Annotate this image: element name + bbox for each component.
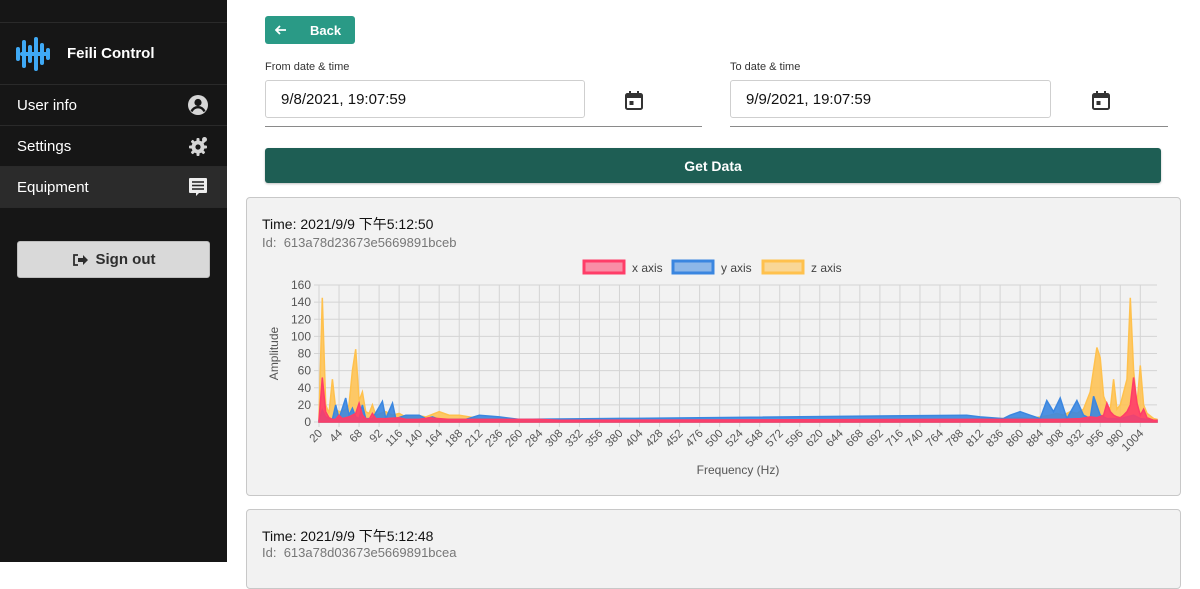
app-name: Feili Control: [67, 45, 155, 62]
y-tick-label: 60: [298, 364, 312, 378]
x-tick-label: 68: [348, 428, 366, 446]
from-date-underline: [265, 126, 702, 127]
x-tick-label: 404: [624, 427, 646, 449]
x-tick-label: 668: [844, 428, 866, 450]
y-tick-label: 40: [298, 381, 312, 395]
y-tick-label: 20: [298, 398, 312, 412]
x-tick-label: 356: [584, 428, 606, 450]
x-tick-label: 476: [684, 428, 706, 450]
x-tick-label: 836: [984, 428, 1006, 450]
chat-icon: [187, 176, 209, 198]
back-button[interactable]: Back: [265, 16, 355, 44]
from-date-label: From date & time: [265, 61, 350, 73]
record-id: Id: 613a78d03673e5669891bcea: [262, 545, 457, 560]
x-tick-label: 44: [328, 427, 346, 445]
x-tick-label: 788: [944, 428, 966, 450]
sidebar-item-user-info[interactable]: User info: [0, 84, 227, 125]
legend-swatch: [582, 259, 626, 275]
x-tick-label: 380: [604, 428, 626, 450]
x-tick-label: 812: [964, 428, 986, 450]
x-tick-label: 764: [924, 427, 946, 449]
record-id-label: Id:: [262, 545, 277, 560]
x-tick-label: 692: [864, 428, 886, 450]
y-tick-label: 140: [291, 295, 311, 309]
x-tick-label: 524: [724, 427, 746, 449]
y-tick-label: 100: [291, 329, 311, 343]
y-tick-label: 0: [304, 415, 311, 429]
x-tick-label: 116: [384, 428, 405, 449]
back-label: Back: [310, 22, 342, 38]
gear-icon: [187, 135, 209, 157]
x-axis-title: Frequency (Hz): [697, 463, 780, 477]
x-tick-label: 716: [884, 428, 906, 450]
x-tick-label: 140: [403, 428, 425, 450]
legend-label: x axis: [632, 261, 663, 275]
from-date-input[interactable]: 9/8/2021, 19:07:59: [265, 80, 585, 118]
user-icon: [187, 94, 209, 116]
sidebar-item-settings[interactable]: Settings: [0, 125, 227, 166]
x-tick-label: 596: [784, 428, 806, 450]
arrow-left-icon: [275, 25, 289, 35]
x-tick-label: 284: [523, 427, 545, 449]
legend-swatch: [671, 259, 715, 275]
to-date-input[interactable]: 9/9/2021, 19:07:59: [730, 80, 1051, 118]
x-tick-label: 620: [804, 428, 826, 450]
calendar-icon[interactable]: [623, 89, 645, 111]
fft-chart: 02040608010012014016020 44 68 9211614016418…: [267, 259, 1158, 477]
x-tick-label: 260: [503, 428, 525, 450]
x-tick-label: 212: [463, 428, 485, 450]
legend-label: z axis: [811, 261, 842, 275]
record-time: Time: 2021/9/9 下午5:12:48: [262, 528, 434, 544]
sidebar-item-label: Equipment: [17, 178, 89, 196]
to-date-label: To date & time: [730, 61, 801, 73]
calendar-icon[interactable]: [1090, 89, 1112, 111]
x-tick-label: 20: [308, 428, 326, 446]
record-id-value: 613a78d03673e5669891bcea: [283, 545, 457, 560]
sign-out-icon: [72, 253, 88, 267]
y-tick-label: 120: [291, 312, 311, 326]
record-card: Time: 2021/9/9 下午5:12:48 Id: 613a78d0367…: [246, 509, 1181, 589]
sidebar-item-equipment[interactable]: Equipment: [0, 166, 227, 207]
x-tick-label: 572: [764, 428, 786, 450]
x-tick-label: 1004: [1120, 427, 1147, 454]
x-tick-label: 164: [423, 427, 445, 449]
sign-out-button[interactable]: Sign out: [17, 241, 210, 278]
x-tick-label: 908: [1044, 428, 1066, 450]
x-tick-label: 548: [744, 428, 766, 450]
y-tick-label: 160: [291, 278, 311, 292]
brand[interactable]: Feili Control: [0, 22, 227, 84]
x-tick-label: 332: [563, 428, 585, 450]
series-area-z-axis: [318, 297, 1158, 423]
y-tick-label: 80: [298, 347, 312, 361]
x-tick-label: 188: [443, 428, 465, 450]
x-tick-label: 428: [644, 428, 666, 450]
x-tick-label: 932: [1064, 428, 1086, 450]
x-tick-label: 308: [543, 428, 565, 450]
record-card: Time: 2021/9/9 下午5:12:50 Id: 613a78d2367…: [246, 197, 1181, 496]
sidebar-item-label: Settings: [17, 137, 72, 155]
sidebar-item-label: User info: [17, 96, 78, 114]
sign-out-label: Sign out: [95, 251, 156, 268]
legend-label: y axis: [721, 261, 752, 275]
x-tick-label: 452: [664, 428, 686, 450]
x-tick-label: 644: [824, 427, 846, 449]
legend-swatch: [761, 259, 805, 275]
x-tick-label: 500: [704, 428, 726, 450]
to-date-underline: [730, 126, 1168, 127]
sidebar-divider: [0, 207, 227, 208]
x-tick-label: 236: [483, 428, 505, 450]
get-data-button[interactable]: Get Data: [265, 148, 1161, 183]
sidebar: Feili Control User info Settings Equipme…: [0, 0, 227, 562]
x-tick-label: 740: [904, 428, 926, 450]
x-tick-label: 884: [1024, 427, 1046, 449]
y-axis-title: Amplitude: [267, 327, 281, 381]
main-content: Back From date & time 9/8/2021, 19:07:59…: [227, 0, 1200, 589]
x-tick-label: 860: [1004, 428, 1026, 450]
x-tick-label: 956: [1084, 428, 1106, 450]
logo-icon: [16, 36, 50, 71]
x-tick-label: 92: [368, 428, 386, 446]
